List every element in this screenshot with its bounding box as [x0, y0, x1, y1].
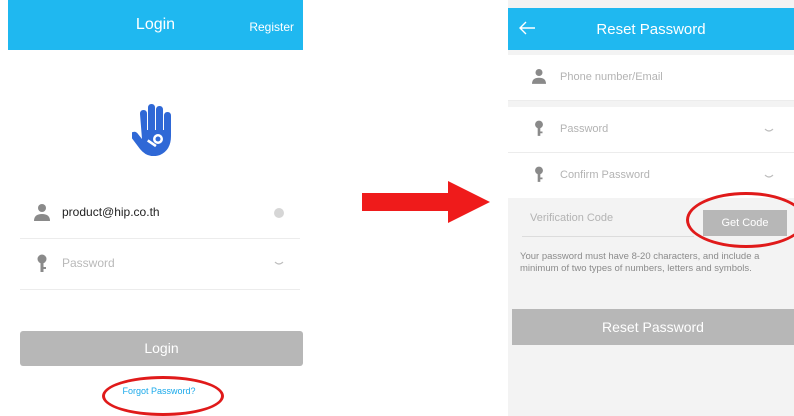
- reset-header: Reset Password: [508, 8, 794, 50]
- login-screen: Login Register product@hip.co.th Passwor…: [8, 0, 303, 416]
- code-field-divider: [522, 236, 694, 237]
- transition-arrow-icon: [362, 181, 490, 223]
- phone-email-placeholder: Phone number/Email: [560, 71, 663, 83]
- eye-closed-icon[interactable]: [274, 258, 284, 268]
- reset-title: Reset Password: [596, 21, 706, 38]
- verification-code-placeholder: Verification Code: [530, 212, 614, 224]
- key-icon: [535, 166, 543, 182]
- highlight-oval-forgot: [102, 376, 224, 416]
- new-password-field[interactable]: Password: [508, 107, 794, 153]
- user-icon: [34, 204, 50, 221]
- email-value: product@hip.co.th: [62, 205, 160, 219]
- key-icon: [37, 254, 47, 272]
- password-placeholder: Password: [560, 123, 609, 135]
- login-button[interactable]: Login: [20, 331, 303, 366]
- eye-closed-icon[interactable]: [764, 171, 774, 181]
- reset-password-screen: Reset Password Phone number/Email Passwo…: [508, 0, 794, 416]
- login-header: Login Register: [8, 0, 303, 50]
- password-placeholder: Password: [62, 256, 115, 270]
- hand-key-logo-icon: [132, 104, 171, 156]
- user-icon: [532, 69, 546, 84]
- register-link[interactable]: Register: [249, 20, 294, 34]
- eye-closed-icon[interactable]: [764, 125, 774, 135]
- phone-email-field[interactable]: Phone number/Email: [508, 55, 794, 101]
- reset-password-button[interactable]: Reset Password: [512, 309, 794, 345]
- password-hint-text: Your password must have 8-20 characters,…: [520, 251, 760, 274]
- key-icon: [535, 120, 543, 136]
- clear-input-icon[interactable]: [274, 208, 284, 218]
- highlight-oval-get-code: [686, 192, 794, 248]
- confirm-password-placeholder: Confirm Password: [560, 169, 650, 181]
- email-field[interactable]: product@hip.co.th: [20, 188, 300, 239]
- password-field[interactable]: Password: [20, 239, 300, 290]
